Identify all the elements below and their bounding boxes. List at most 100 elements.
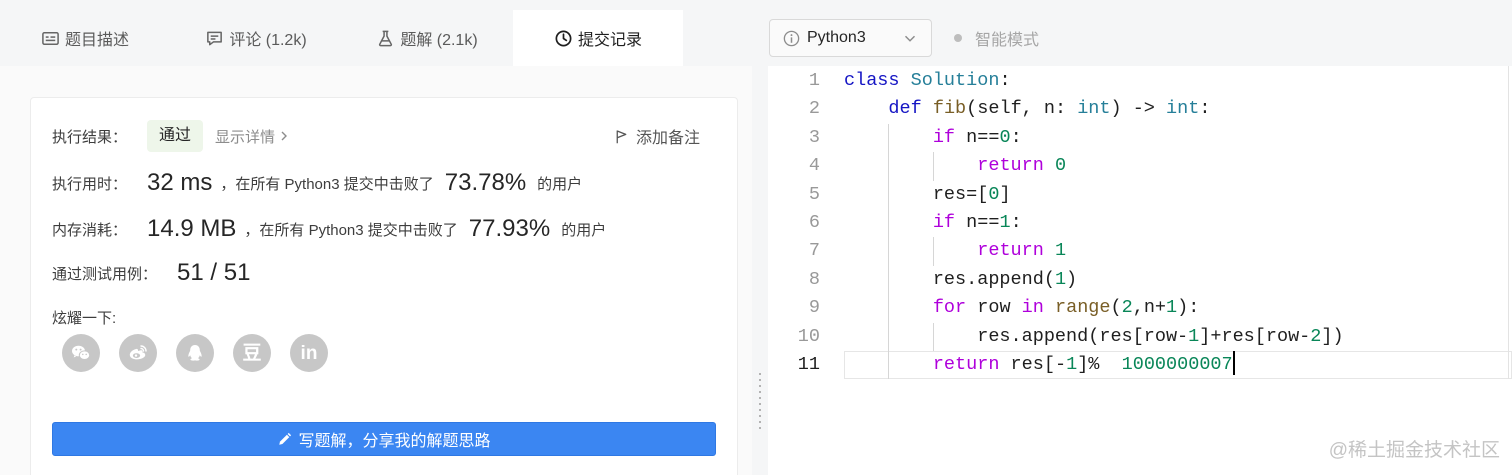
code-token: n== xyxy=(955,212,1000,233)
code-token: 2 xyxy=(1310,325,1322,347)
indent-guide xyxy=(932,152,934,181)
qq-icon[interactable] xyxy=(176,334,214,372)
chevron-right-icon xyxy=(281,131,288,141)
code-line-current[interactable]: return res[-1]% 1000000007 xyxy=(844,350,1512,380)
code-token: : xyxy=(1199,98,1211,120)
runtime-percentile: 73.78% xyxy=(444,169,527,196)
show-details-link[interactable]: 显示详情 xyxy=(215,126,290,147)
code-token: for xyxy=(932,297,967,319)
pencil-icon xyxy=(279,432,292,445)
line-number: 3 xyxy=(808,126,820,148)
write-solution-label: 写题解，分享我的解题思路 xyxy=(298,433,491,450)
add-note-button[interactable]: 添加备注 xyxy=(613,120,700,152)
info-icon xyxy=(782,29,801,48)
runtime-suffix: 的用户 xyxy=(537,175,583,193)
tab-solutions[interactable]: 题解 (2.1k) xyxy=(342,10,512,66)
social-share-icons: 豆 in xyxy=(62,334,328,372)
indent-guide xyxy=(888,209,890,238)
code-token: def xyxy=(888,98,922,120)
code-token: class xyxy=(844,70,900,91)
text-cursor xyxy=(1232,350,1235,375)
code-token: res.append(res[row- xyxy=(844,325,1189,347)
code-line[interactable]: if n==1: xyxy=(844,209,1512,238)
memory-comparison-text: ，在所有 Python3 提交中击败了 xyxy=(244,221,458,239)
tab-description[interactable]: 题目描述 xyxy=(0,10,170,66)
tab-label: 题目描述 xyxy=(64,32,129,49)
code-line[interactable]: res.append(1) xyxy=(844,265,1512,295)
memory-row: 内存消耗： 14.9 MB ，在所有 Python3 提交中击败了 77.93%… xyxy=(52,212,606,246)
description-icon xyxy=(41,29,60,48)
tab-label: 题解 (2.1k) xyxy=(400,32,478,49)
linkedin-glyph: in xyxy=(300,342,318,364)
tab-label: 提交记录 xyxy=(577,32,642,49)
memory-suffix: 的用户 xyxy=(561,221,607,239)
line-number-gutter: 1 2 3 4 5 6 7 8 9 10 11 xyxy=(768,66,820,475)
code-line[interactable]: for row in range(2,n+1): xyxy=(844,294,1512,323)
memory-percentile: 77.93% xyxy=(468,215,551,242)
code-token: if xyxy=(932,212,956,233)
mode-indicator-dot xyxy=(954,34,962,42)
code-token: ,n+ xyxy=(1132,297,1167,319)
runtime-comparison-text: ，在所有 Python3 提交中击败了 xyxy=(220,175,434,193)
line-number: 11 xyxy=(797,354,820,375)
wechat-icon[interactable] xyxy=(62,334,100,372)
code-line[interactable]: res=[0] xyxy=(844,180,1512,209)
language-select[interactable]: Python3 xyxy=(769,19,932,57)
code-token: return xyxy=(977,155,1044,177)
smart-mode-label: 智能模式 xyxy=(975,32,1040,49)
code-line[interactable]: def fib(self, n: int) -> int: xyxy=(844,95,1512,123)
flag-icon xyxy=(616,129,627,143)
code-editor[interactable]: 1 2 3 4 5 6 7 8 9 10 11 class Solution: def fib(se… xyxy=(768,66,1512,475)
code-token: : xyxy=(999,70,1011,91)
indent-guide xyxy=(888,237,890,266)
douban-icon[interactable]: 豆 xyxy=(233,334,271,372)
code-token: res[- xyxy=(999,354,1067,375)
add-note-label: 添加备注 xyxy=(635,130,700,147)
code-token: : xyxy=(1010,212,1022,233)
editor-scrollbar-track[interactable] xyxy=(1508,66,1509,379)
panel-splitter[interactable] xyxy=(752,0,768,475)
code-token: : xyxy=(1010,126,1022,148)
testcases-value: 51 / 51 xyxy=(177,259,251,286)
testcases-row: 通过测试用例： 51 / 51 xyxy=(52,256,250,290)
code-token: return xyxy=(977,240,1044,262)
code-token: 1 xyxy=(1054,268,1067,290)
left-panel: 题目描述 评论 (1.2k) 题解 (2.1k) 提交记录 执行结果： 通过 显… xyxy=(0,0,752,475)
code-token: ( xyxy=(1110,297,1122,319)
indent-guide xyxy=(888,351,890,380)
code-line[interactable]: if n==0: xyxy=(844,123,1512,153)
indent-guide xyxy=(888,322,890,351)
watermark: @稀土掘金技术社区 xyxy=(1328,440,1500,461)
code-line[interactable]: return 0 xyxy=(844,152,1512,181)
runtime-value: 32 ms xyxy=(147,169,213,196)
line-number: 6 xyxy=(808,212,820,233)
write-solution-button[interactable]: 写题解，分享我的解题思路 xyxy=(52,422,716,456)
code-line[interactable]: class Solution: xyxy=(844,67,1512,95)
indent-guide xyxy=(888,123,890,153)
splitter-grip-handle[interactable] xyxy=(759,373,761,433)
line-number: 8 xyxy=(808,268,820,290)
code-token: 0 xyxy=(1054,155,1067,177)
comment-icon xyxy=(205,29,224,48)
code-line[interactable]: return 1 xyxy=(844,237,1512,266)
code-area[interactable]: class Solution: def fib(self, n: int) ->… xyxy=(844,66,1512,475)
code-line[interactable]: res.append(res[row-1]+res[row-2]) xyxy=(844,322,1512,351)
share-row: 炫耀一下: xyxy=(52,305,116,329)
smart-mode-toggle[interactable]: 智能模式 xyxy=(954,19,1039,57)
tab-submissions[interactable]: 提交记录 xyxy=(513,10,683,66)
memory-label: 内存消耗： xyxy=(52,221,128,239)
code-token: (self, n: xyxy=(966,98,1078,120)
clock-icon xyxy=(554,29,573,48)
indent-guide xyxy=(888,294,890,323)
linkedin-icon[interactable]: in xyxy=(290,334,328,372)
douban-glyph: 豆 xyxy=(242,342,262,364)
testcases-label: 通过测试用例： xyxy=(52,265,158,283)
code-token: ): xyxy=(1177,297,1200,319)
code-token: 1 xyxy=(1066,354,1078,375)
weibo-icon[interactable] xyxy=(119,334,157,372)
code-token: res=[ xyxy=(844,183,989,205)
code-token: 1 xyxy=(1166,297,1178,319)
tab-comments[interactable]: 评论 (1.2k) xyxy=(171,10,341,66)
code-token: ]% xyxy=(1077,354,1122,375)
